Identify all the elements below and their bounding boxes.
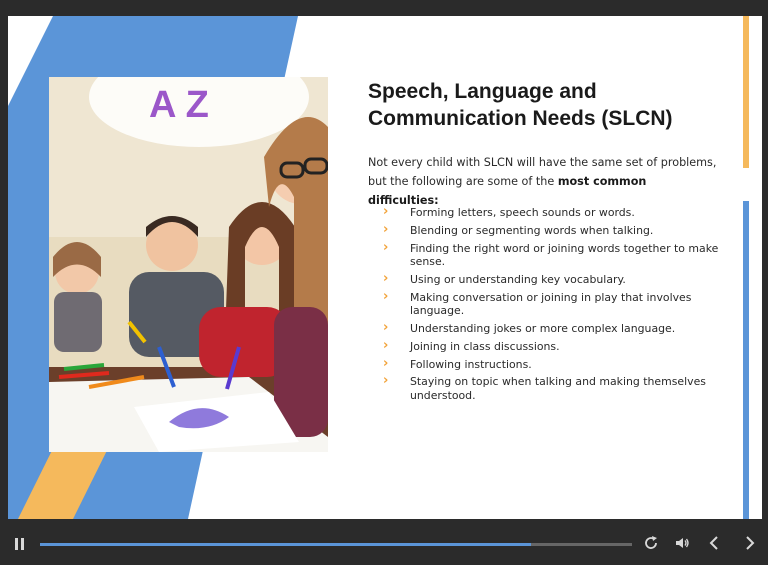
title-line-1: Speech, Language and (368, 80, 597, 103)
replay-icon (645, 536, 657, 549)
next-slide-button[interactable] (742, 533, 758, 557)
intro-text: Not every child with SLCN will have the … (368, 156, 717, 188)
title-line-2: Communication Needs (SLCN) (368, 107, 673, 130)
volume-button[interactable] (674, 535, 690, 555)
chevron-right-icon: › (383, 270, 389, 286)
slide-title: Speech, Language and Communication Needs… (368, 78, 708, 132)
chevron-right-icon: › (383, 320, 389, 336)
list-item-text: Using or understanding key vocabulary. (410, 272, 626, 286)
chevron-right-icon: › (383, 239, 389, 255)
previous-slide-button[interactable] (706, 533, 722, 557)
list-item: › Using or understanding key vocabulary. (383, 270, 723, 287)
chevron-right-icon: › (383, 337, 389, 353)
pause-button[interactable] (12, 536, 26, 552)
list-item-text: Understanding jokes or more complex lang… (410, 322, 676, 336)
pause-icon (15, 538, 18, 550)
list-item: › Staying on topic when talking and makin… (383, 373, 723, 403)
list-item: › Understanding jokes or more complex lan… (383, 320, 723, 336)
list-item-text: Staying on topic when talking and making… (410, 375, 706, 403)
list-item-text: Following instructions. (410, 357, 532, 371)
chevron-right-icon (746, 536, 755, 550)
chevron-left-icon (709, 536, 718, 550)
children-drawing-photo: A Z (49, 77, 328, 452)
chevron-right-icon: › (383, 355, 389, 371)
replay-button[interactable] (643, 535, 659, 555)
list-item-text: Making conversation or joining in play t… (410, 290, 692, 318)
accent-bar-orange (743, 16, 749, 168)
list-item: › Following instructions. (383, 355, 723, 372)
chevron-right-icon: › (383, 373, 389, 389)
list-item: › Forming letters, speech sounds or words… (383, 204, 723, 220)
seek-bar-progress (40, 543, 532, 546)
chevron-right-icon: › (383, 221, 389, 237)
chevron-right-icon: › (383, 204, 389, 219)
player-controls-bar (0, 525, 768, 565)
list-item: › Joining in class discussions. (383, 337, 723, 354)
list-item: › Making conversation or joining in play … (383, 288, 723, 318)
list-item-text: Blending or segmenting words when talkin… (410, 223, 654, 237)
slide-canvas: A Z Speech, Language and Communication N… (8, 16, 762, 519)
list-item-text: Finding the right word or joining words … (410, 241, 719, 269)
pause-icon-bar (21, 538, 24, 550)
photo-letters: A Z (149, 84, 209, 126)
list-item-text: Joining in class discussions. (410, 339, 560, 353)
accent-bar-blue (743, 201, 749, 519)
volume-icon (676, 538, 689, 548)
chevron-right-icon: › (383, 288, 389, 304)
list-item: › Blending or segmenting words when talki… (383, 221, 723, 238)
intro-paragraph: Not every child with SLCN will have the … (368, 153, 718, 210)
difficulties-list: › Forming letters, speech sounds or words… (383, 204, 723, 407)
list-item: › Finding the right word or joining words… (383, 239, 723, 269)
seek-bar[interactable] (40, 543, 632, 546)
list-item-text: Forming letters, speech sounds or words. (410, 206, 635, 219)
